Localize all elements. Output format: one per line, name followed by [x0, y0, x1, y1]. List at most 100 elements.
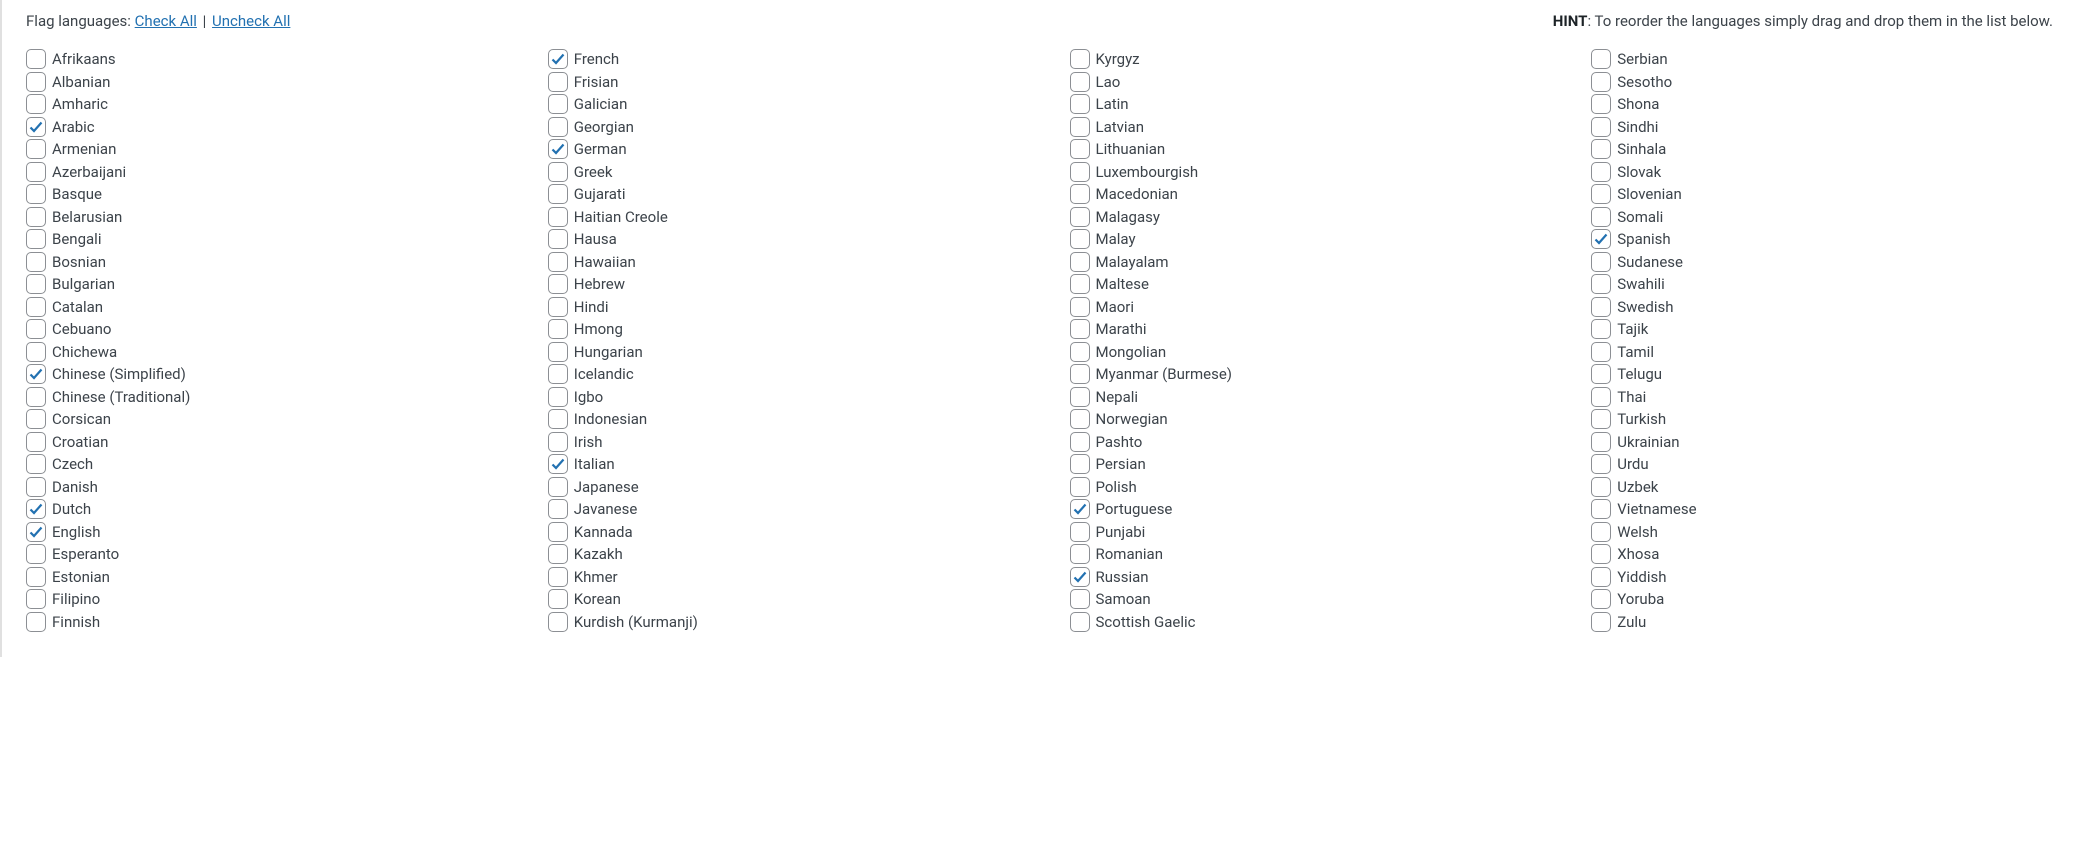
language-item-turkish[interactable]: Turkish: [1591, 408, 2053, 431]
language-item-slovenian[interactable]: Slovenian: [1591, 183, 2053, 206]
language-item-javanese[interactable]: Javanese: [548, 498, 1010, 521]
language-item-arabic[interactable]: Arabic: [26, 116, 488, 139]
language-checkbox[interactable]: [26, 297, 46, 317]
language-item-cebuano[interactable]: Cebuano: [26, 318, 488, 341]
language-checkbox[interactable]: [548, 139, 568, 159]
language-checkbox[interactable]: [1591, 162, 1611, 182]
language-item-albanian[interactable]: Albanian: [26, 71, 488, 94]
language-item-norwegian[interactable]: Norwegian: [1070, 408, 1532, 431]
language-checkbox[interactable]: [1591, 589, 1611, 609]
language-item-nepali[interactable]: Nepali: [1070, 386, 1532, 409]
language-item-bulgarian[interactable]: Bulgarian: [26, 273, 488, 296]
language-item-catalan[interactable]: Catalan: [26, 296, 488, 319]
language-checkbox[interactable]: [1070, 162, 1090, 182]
language-item-macedonian[interactable]: Macedonian: [1070, 183, 1532, 206]
language-checkbox[interactable]: [1591, 612, 1611, 632]
language-item-sindhi[interactable]: Sindhi: [1591, 116, 2053, 139]
language-checkbox[interactable]: [1591, 342, 1611, 362]
language-item-chinese-traditional[interactable]: Chinese (Traditional): [26, 386, 488, 409]
language-item-frisian[interactable]: Frisian: [548, 71, 1010, 94]
language-item-afrikaans[interactable]: Afrikaans: [26, 48, 488, 71]
language-item-yiddish[interactable]: Yiddish: [1591, 566, 2053, 589]
language-checkbox[interactable]: [548, 567, 568, 587]
language-checkbox[interactable]: [548, 94, 568, 114]
language-checkbox[interactable]: [26, 454, 46, 474]
language-item-georgian[interactable]: Georgian: [548, 116, 1010, 139]
language-item-hebrew[interactable]: Hebrew: [548, 273, 1010, 296]
language-item-thai[interactable]: Thai: [1591, 386, 2053, 409]
language-checkbox[interactable]: [1070, 297, 1090, 317]
language-checkbox[interactable]: [1591, 364, 1611, 384]
language-item-sesotho[interactable]: Sesotho: [1591, 71, 2053, 94]
language-item-myanmar-burmese[interactable]: Myanmar (Burmese): [1070, 363, 1532, 386]
language-item-hindi[interactable]: Hindi: [548, 296, 1010, 319]
language-item-ukrainian[interactable]: Ukrainian: [1591, 431, 2053, 454]
language-checkbox[interactable]: [26, 139, 46, 159]
language-checkbox[interactable]: [26, 567, 46, 587]
language-item-hausa[interactable]: Hausa: [548, 228, 1010, 251]
language-checkbox[interactable]: [26, 49, 46, 69]
language-checkbox[interactable]: [548, 342, 568, 362]
language-item-bengali[interactable]: Bengali: [26, 228, 488, 251]
language-item-yoruba[interactable]: Yoruba: [1591, 588, 2053, 611]
language-checkbox[interactable]: [548, 544, 568, 564]
language-checkbox[interactable]: [1070, 544, 1090, 564]
language-checkbox[interactable]: [26, 612, 46, 632]
language-checkbox[interactable]: [1591, 94, 1611, 114]
language-checkbox[interactable]: [1070, 117, 1090, 137]
language-item-maori[interactable]: Maori: [1070, 296, 1532, 319]
language-item-hungarian[interactable]: Hungarian: [548, 341, 1010, 364]
language-item-portuguese[interactable]: Portuguese: [1070, 498, 1532, 521]
language-checkbox[interactable]: [1070, 409, 1090, 429]
language-item-dutch[interactable]: Dutch: [26, 498, 488, 521]
language-checkbox[interactable]: [1070, 364, 1090, 384]
language-item-haitian-creole[interactable]: Haitian Creole: [548, 206, 1010, 229]
language-item-esperanto[interactable]: Esperanto: [26, 543, 488, 566]
language-checkbox[interactable]: [1070, 589, 1090, 609]
language-item-icelandic[interactable]: Icelandic: [548, 363, 1010, 386]
language-item-igbo[interactable]: Igbo: [548, 386, 1010, 409]
language-item-chinese-simplified[interactable]: Chinese (Simplified): [26, 363, 488, 386]
language-checkbox[interactable]: [548, 117, 568, 137]
language-checkbox[interactable]: [548, 72, 568, 92]
language-checkbox[interactable]: [1591, 297, 1611, 317]
language-item-telugu[interactable]: Telugu: [1591, 363, 2053, 386]
language-item-corsican[interactable]: Corsican: [26, 408, 488, 431]
language-checkbox[interactable]: [26, 432, 46, 452]
language-checkbox[interactable]: [26, 387, 46, 407]
language-checkbox[interactable]: [1070, 454, 1090, 474]
language-item-khmer[interactable]: Khmer: [548, 566, 1010, 589]
language-checkbox[interactable]: [1591, 229, 1611, 249]
language-item-malagasy[interactable]: Malagasy: [1070, 206, 1532, 229]
uncheck-all-link[interactable]: Uncheck All: [212, 12, 290, 30]
language-item-tajik[interactable]: Tajik: [1591, 318, 2053, 341]
language-checkbox[interactable]: [1591, 252, 1611, 272]
language-checkbox[interactable]: [548, 387, 568, 407]
language-checkbox[interactable]: [1591, 117, 1611, 137]
language-checkbox[interactable]: [1070, 49, 1090, 69]
language-checkbox[interactable]: [1070, 499, 1090, 519]
language-checkbox[interactable]: [26, 522, 46, 542]
language-checkbox[interactable]: [548, 499, 568, 519]
language-item-zulu[interactable]: Zulu: [1591, 611, 2053, 634]
language-item-filipino[interactable]: Filipino: [26, 588, 488, 611]
language-item-irish[interactable]: Irish: [548, 431, 1010, 454]
language-checkbox[interactable]: [548, 162, 568, 182]
language-item-uzbek[interactable]: Uzbek: [1591, 476, 2053, 499]
language-checkbox[interactable]: [548, 207, 568, 227]
language-item-korean[interactable]: Korean: [548, 588, 1010, 611]
language-item-basque[interactable]: Basque: [26, 183, 488, 206]
language-item-english[interactable]: English: [26, 521, 488, 544]
language-item-estonian[interactable]: Estonian: [26, 566, 488, 589]
language-item-greek[interactable]: Greek: [548, 161, 1010, 184]
language-item-shona[interactable]: Shona: [1591, 93, 2053, 116]
language-item-sudanese[interactable]: Sudanese: [1591, 251, 2053, 274]
language-checkbox[interactable]: [548, 522, 568, 542]
language-item-japanese[interactable]: Japanese: [548, 476, 1010, 499]
language-checkbox[interactable]: [1070, 252, 1090, 272]
language-checkbox[interactable]: [26, 207, 46, 227]
language-checkbox[interactable]: [548, 319, 568, 339]
language-checkbox[interactable]: [1591, 184, 1611, 204]
language-checkbox[interactable]: [26, 72, 46, 92]
language-checkbox[interactable]: [1591, 207, 1611, 227]
